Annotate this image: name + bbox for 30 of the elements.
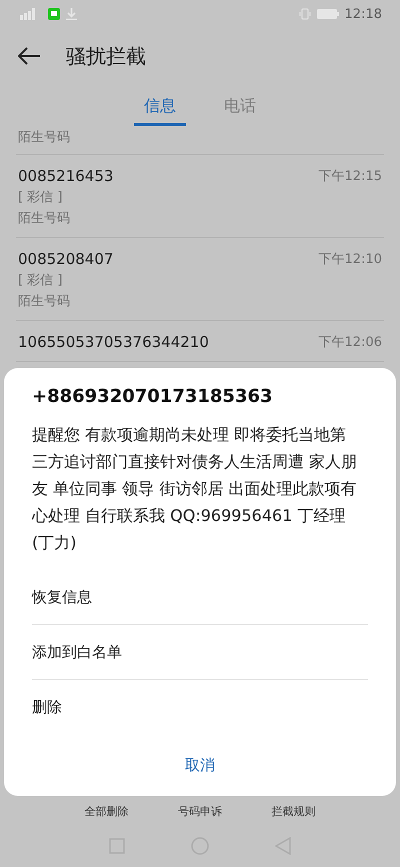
menu-option[interactable]: 删除 [32, 680, 368, 734]
recent-apps-icon[interactable] [109, 838, 125, 854]
message-time: 下午12:06 [318, 334, 382, 351]
toolbar-label[interactable]: 拦截规则 [271, 804, 316, 819]
phone-number: 0085208407 [18, 250, 114, 268]
back-arrow-icon[interactable] [18, 47, 40, 65]
toolbar-label[interactable]: 全部删除 [84, 804, 129, 819]
message-time: 下午12:15 [318, 168, 382, 185]
sender-label: 陌生号码 [18, 293, 71, 310]
app-notification-icon [48, 8, 60, 20]
home-icon[interactable] [191, 837, 209, 855]
phone-number: 0085216453 [18, 167, 114, 185]
cancel-button[interactable]: 取消 [169, 748, 231, 783]
toolbar-label[interactable]: 号码申诉 [178, 804, 222, 819]
message-body: 提醒您 有款项逾期尚未处理 即将委托当地第三方追讨部门直接针对债务人生活周遭 家人朋友 单位同事 领导 街访邻居 出面处理此款项有心处理 自行联系我 QQ:969956461 丁经理(丁力) [32, 424, 358, 554]
message-type: [ 彩信 ] [18, 189, 64, 206]
status-time: 12:18 [344, 6, 382, 22]
phone-number: 10655053705376344210 [18, 333, 210, 351]
sender-label: 陌生号码 [18, 129, 71, 146]
message-time: 下午12:10 [318, 251, 382, 268]
back-icon[interactable] [275, 837, 291, 855]
battery-icon [316, 9, 339, 19]
menu-option[interactable]: 恢复信息 [32, 570, 368, 624]
menu-option[interactable]: 添加到白名单 [32, 625, 368, 679]
download-icon [66, 8, 77, 20]
page-title: 骚扰拦截 [66, 42, 146, 70]
vibrate-icon [298, 8, 311, 20]
dialog-phone-number: +886932070173185363 [32, 386, 274, 407]
sender-label: 陌生号码 [18, 210, 71, 227]
message-type: [ 彩信 ] [18, 272, 64, 289]
